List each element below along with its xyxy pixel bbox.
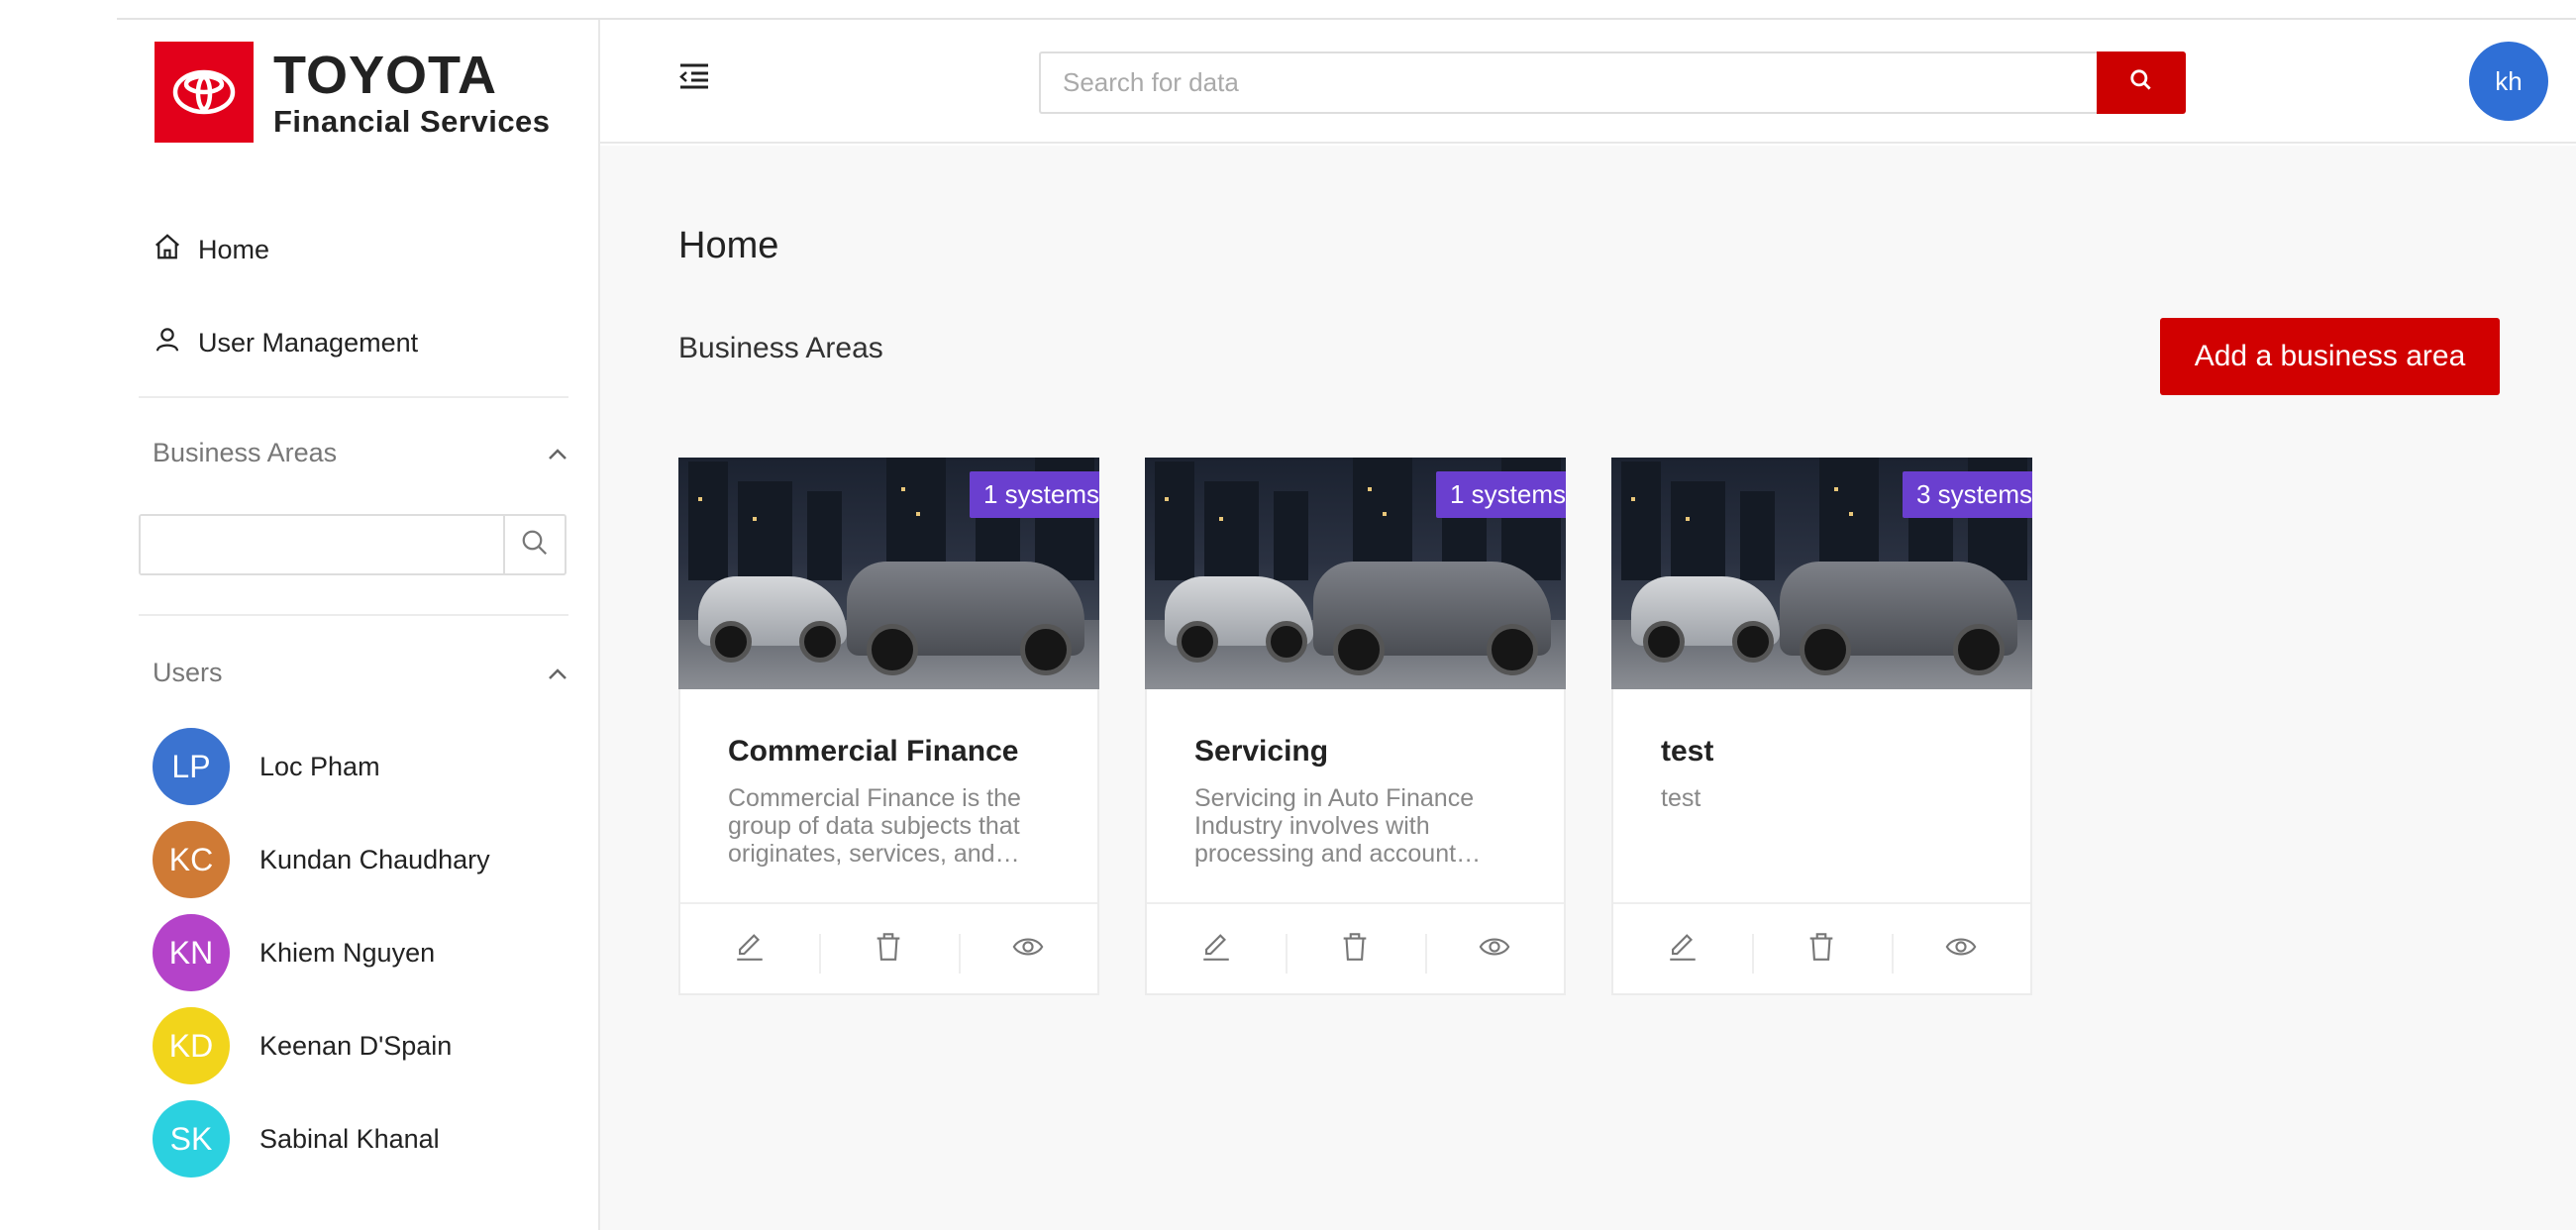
chevron-up-icon (547, 658, 568, 688)
delete-button[interactable] (1752, 904, 1891, 993)
card-actions (680, 902, 1097, 993)
edit-button[interactable] (1613, 904, 1752, 993)
sidebar-divider (139, 396, 568, 398)
card-actions (1613, 902, 2030, 993)
eye-icon (1010, 930, 1046, 969)
main-content: Home Business Areas Add a business area … (600, 146, 2576, 1230)
view-button[interactable] (1424, 904, 1564, 993)
business-areas-heading: Business Areas (153, 438, 338, 467)
user-list-item[interactable]: KC Kundan Chaudhary (153, 821, 490, 898)
avatar: SK (153, 1100, 230, 1178)
search-icon (2128, 67, 2154, 98)
user-name: Khiem Nguyen (259, 937, 436, 968)
section-title: Business Areas (678, 332, 883, 364)
users-heading: Users (153, 658, 223, 687)
delete-button[interactable] (819, 904, 958, 993)
card-description: Commercial Finance is the group of data … (728, 784, 1021, 868)
user-list-item[interactable]: KD Keenan D'Spain (153, 1007, 452, 1084)
current-user-avatar[interactable]: kh (2469, 42, 2548, 121)
delete-button[interactable] (1286, 904, 1424, 993)
card-image: 1 systems (678, 458, 1099, 689)
user-icon (153, 325, 198, 361)
avatar: LP (153, 728, 230, 805)
brand-logo[interactable]: TOYOTA Financial Services (155, 40, 570, 145)
trash-icon (1804, 930, 1838, 969)
systems-count-badge: 1 systems (1435, 471, 1566, 518)
sidebar-item-user-management[interactable]: User Management (153, 325, 418, 361)
toyota-emblem-icon (155, 42, 254, 143)
avatar: KC (153, 821, 230, 898)
view-button[interactable] (1891, 904, 2030, 993)
add-business-area-button[interactable]: Add a business area (2160, 318, 2500, 395)
global-search-input[interactable] (1039, 51, 2097, 114)
systems-count-badge: 3 systems (1902, 471, 2032, 518)
sidebar-divider (139, 614, 568, 616)
menu-collapse-icon (677, 63, 711, 95)
chevron-up-icon (547, 438, 568, 468)
sidebar-item-label: User Management (198, 328, 419, 358)
eye-icon (1943, 930, 1979, 969)
eye-icon (1477, 930, 1512, 969)
pencil-icon (1666, 930, 1700, 969)
card-description: Servicing in Auto Finance Industry invol… (1194, 784, 1482, 868)
edit-button[interactable] (680, 904, 819, 993)
user-list-item[interactable]: LP Loc Pham (153, 728, 380, 805)
business-area-card[interactable]: 3 systems test test (1611, 458, 2032, 995)
user-list-item[interactable]: SK Sabinal Khanal (153, 1100, 440, 1178)
home-icon (153, 232, 198, 268)
systems-count-badge: 1 systems (969, 471, 1099, 518)
user-name: Kundan Chaudhary (259, 844, 490, 874)
user-name: Loc Pham (259, 751, 380, 781)
card-description: test (1661, 784, 1701, 812)
users-toggle[interactable]: Users (153, 658, 568, 688)
business-area-card[interactable]: 1 systems Servicing Servicing in Auto Fi… (1145, 458, 1566, 995)
page-title: Home (678, 225, 779, 266)
card-image: 3 systems (1611, 458, 2032, 689)
business-area-card[interactable]: 1 systems Commercial Finance Commercial … (678, 458, 1099, 995)
brand-subtitle: Financial Services (273, 103, 551, 139)
brand-title: TOYOTA (273, 45, 498, 105)
user-list-item[interactable]: KN Khiem Nguyen (153, 914, 435, 991)
business-area-search-input[interactable] (141, 516, 503, 573)
pencil-icon (1199, 930, 1233, 969)
card-title: test (1661, 735, 1714, 768)
global-search-button[interactable] (2097, 51, 2186, 114)
pencil-icon (733, 930, 767, 969)
global-search (1039, 51, 2186, 114)
menu-toggle-button[interactable] (677, 61, 711, 96)
edit-button[interactable] (1147, 904, 1286, 993)
user-name: Keenan D'Spain (259, 1030, 453, 1061)
card-title: Commercial Finance (728, 735, 1019, 768)
sidebar: TOYOTA Financial Services Home User Mana… (117, 20, 600, 1230)
sidebar-item-label: Home (198, 235, 270, 264)
top-header: kh (600, 20, 2576, 144)
sidebar-item-home[interactable]: Home (153, 232, 269, 268)
avatar: KN (153, 914, 230, 991)
trash-icon (872, 930, 905, 969)
search-icon (520, 528, 550, 563)
view-button[interactable] (958, 904, 1097, 993)
user-name: Sabinal Khanal (259, 1123, 440, 1154)
business-area-search-button[interactable] (503, 516, 565, 573)
avatar: KD (153, 1007, 230, 1084)
card-title: Servicing (1194, 735, 1329, 768)
business-area-search (139, 514, 567, 575)
card-image: 1 systems (1145, 458, 1566, 689)
card-actions (1147, 902, 1564, 993)
business-areas-toggle[interactable]: Business Areas (153, 438, 568, 468)
trash-icon (1338, 930, 1372, 969)
